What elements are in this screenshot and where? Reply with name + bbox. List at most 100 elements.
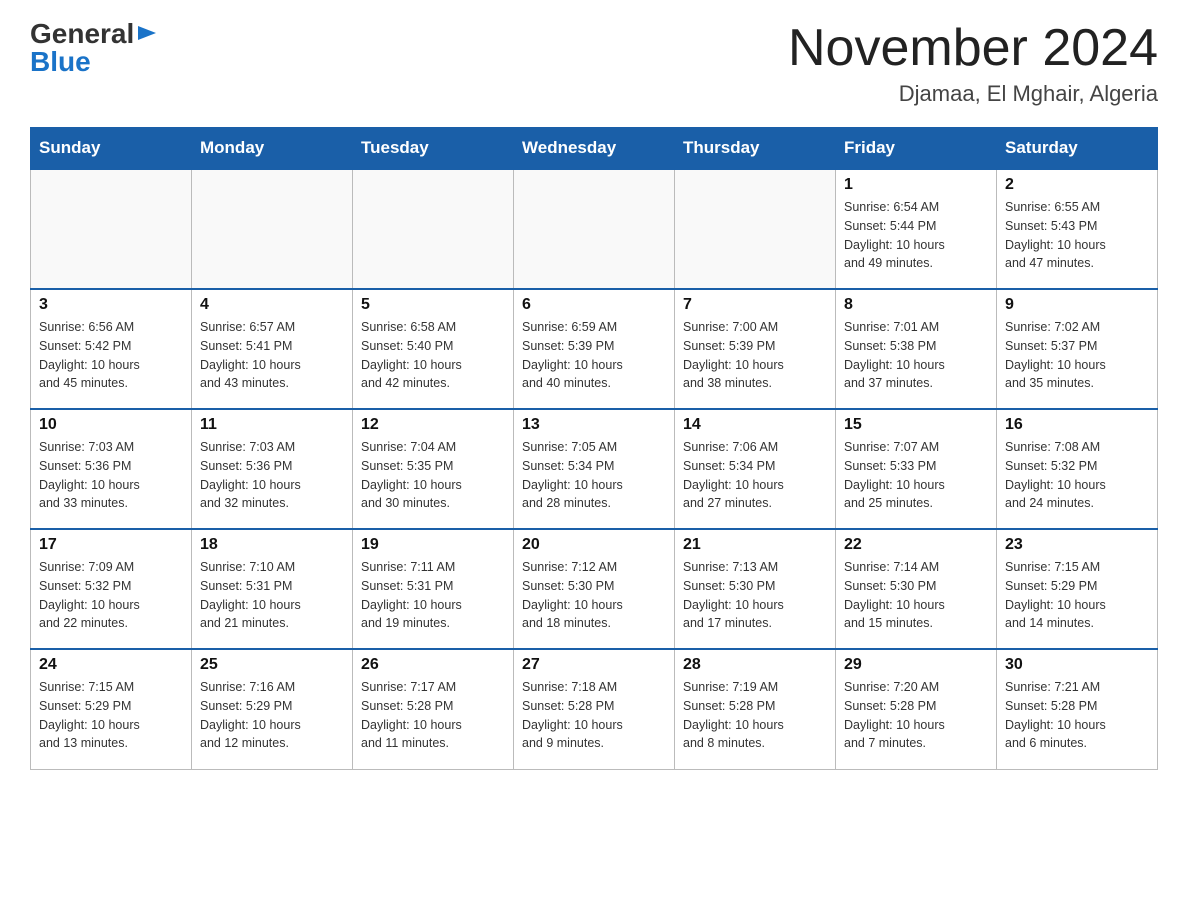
calendar-header-monday: Monday [192,128,353,170]
day-number: 20 [522,536,666,554]
day-number: 28 [683,656,827,674]
calendar-cell [192,169,353,289]
logo-triangle-icon [136,22,158,44]
calendar-cell: 2 Sunrise: 6:55 AMSunset: 5:43 PMDaylight… [997,169,1158,289]
day-number: 30 [1005,656,1149,674]
day-info: Sunrise: 7:14 AMSunset: 5:30 PMDaylight:… [844,558,988,633]
calendar-cell: 17 Sunrise: 7:09 AMSunset: 5:32 PMDayligh… [31,529,192,649]
page-header: General Blue November 2024 Djamaa, El Mg… [30,20,1158,107]
day-number: 21 [683,536,827,554]
day-number: 18 [200,536,344,554]
day-info: Sunrise: 7:06 AMSunset: 5:34 PMDaylight:… [683,438,827,513]
calendar-header-saturday: Saturday [997,128,1158,170]
day-info: Sunrise: 6:55 AMSunset: 5:43 PMDaylight:… [1005,198,1149,273]
day-number: 27 [522,656,666,674]
calendar-cell: 1 Sunrise: 6:54 AMSunset: 5:44 PMDaylight… [836,169,997,289]
day-number: 29 [844,656,988,674]
calendar-week-row: 10 Sunrise: 7:03 AMSunset: 5:36 PMDayligh… [31,409,1158,529]
day-info: Sunrise: 7:03 AMSunset: 5:36 PMDaylight:… [200,438,344,513]
day-number: 13 [522,416,666,434]
day-info: Sunrise: 7:07 AMSunset: 5:33 PMDaylight:… [844,438,988,513]
day-info: Sunrise: 7:15 AMSunset: 5:29 PMDaylight:… [39,678,183,753]
calendar-cell: 13 Sunrise: 7:05 AMSunset: 5:34 PMDayligh… [514,409,675,529]
day-info: Sunrise: 6:58 AMSunset: 5:40 PMDaylight:… [361,318,505,393]
calendar-cell: 4 Sunrise: 6:57 AMSunset: 5:41 PMDaylight… [192,289,353,409]
day-number: 9 [1005,296,1149,314]
day-info: Sunrise: 7:09 AMSunset: 5:32 PMDaylight:… [39,558,183,633]
day-info: Sunrise: 6:54 AMSunset: 5:44 PMDaylight:… [844,198,988,273]
day-info: Sunrise: 7:13 AMSunset: 5:30 PMDaylight:… [683,558,827,633]
calendar-cell [353,169,514,289]
calendar-cell: 9Sunrise: 7:02 AMSunset: 5:37 PMDaylight… [997,289,1158,409]
day-number: 17 [39,536,183,554]
calendar-cell: 21 Sunrise: 7:13 AMSunset: 5:30 PMDayligh… [675,529,836,649]
calendar-cell: 30Sunrise: 7:21 AMSunset: 5:28 PMDayligh… [997,649,1158,769]
calendar-cell: 12 Sunrise: 7:04 AMSunset: 5:35 PMDayligh… [353,409,514,529]
day-info: Sunrise: 7:05 AMSunset: 5:34 PMDaylight:… [522,438,666,513]
calendar-cell: 18Sunrise: 7:10 AMSunset: 5:31 PMDayligh… [192,529,353,649]
calendar-cell: 28Sunrise: 7:19 AMSunset: 5:28 PMDayligh… [675,649,836,769]
day-number: 22 [844,536,988,554]
day-number: 3 [39,296,183,314]
day-info: Sunrise: 6:57 AMSunset: 5:41 PMDaylight:… [200,318,344,393]
calendar-header-tuesday: Tuesday [353,128,514,170]
title-block: November 2024 Djamaa, El Mghair, Algeria [788,20,1158,107]
day-number: 26 [361,656,505,674]
day-info: Sunrise: 7:18 AMSunset: 5:28 PMDaylight:… [522,678,666,753]
day-number: 5 [361,296,505,314]
day-number: 23 [1005,536,1149,554]
month-year-title: November 2024 [788,20,1158,77]
calendar-cell: 25 Sunrise: 7:16 AMSunset: 5:29 PMDayligh… [192,649,353,769]
calendar-cell: 22 Sunrise: 7:14 AMSunset: 5:30 PMDayligh… [836,529,997,649]
day-number: 2 [1005,176,1149,194]
day-number: 7 [683,296,827,314]
logo: General Blue [30,20,158,76]
day-number: 19 [361,536,505,554]
day-number: 24 [39,656,183,674]
calendar-cell: 26Sunrise: 7:17 AMSunset: 5:28 PMDayligh… [353,649,514,769]
calendar-header-row: SundayMondayTuesdayWednesdayThursdayFrid… [31,128,1158,170]
calendar-cell: 16 Sunrise: 7:08 AMSunset: 5:32 PMDayligh… [997,409,1158,529]
calendar-week-row: 1 Sunrise: 6:54 AMSunset: 5:44 PMDaylight… [31,169,1158,289]
day-info: Sunrise: 6:56 AMSunset: 5:42 PMDaylight:… [39,318,183,393]
day-number: 14 [683,416,827,434]
calendar-cell: 6Sunrise: 6:59 AMSunset: 5:39 PMDaylight… [514,289,675,409]
logo-blue-text: Blue [30,48,91,76]
calendar-week-row: 3 Sunrise: 6:56 AMSunset: 5:42 PMDaylight… [31,289,1158,409]
day-info: Sunrise: 7:16 AMSunset: 5:29 PMDaylight:… [200,678,344,753]
calendar-week-row: 24 Sunrise: 7:15 AMSunset: 5:29 PMDayligh… [31,649,1158,769]
day-info: Sunrise: 7:04 AMSunset: 5:35 PMDaylight:… [361,438,505,513]
calendar-cell: 19 Sunrise: 7:11 AMSunset: 5:31 PMDayligh… [353,529,514,649]
day-info: Sunrise: 7:11 AMSunset: 5:31 PMDaylight:… [361,558,505,633]
calendar-cell [675,169,836,289]
day-info: Sunrise: 7:08 AMSunset: 5:32 PMDaylight:… [1005,438,1149,513]
calendar-header-thursday: Thursday [675,128,836,170]
logo-general-text: General [30,20,134,48]
day-info: Sunrise: 7:01 AMSunset: 5:38 PMDaylight:… [844,318,988,393]
calendar-header-wednesday: Wednesday [514,128,675,170]
calendar-cell: 24 Sunrise: 7:15 AMSunset: 5:29 PMDayligh… [31,649,192,769]
calendar-header-friday: Friday [836,128,997,170]
calendar-cell: 20Sunrise: 7:12 AMSunset: 5:30 PMDayligh… [514,529,675,649]
day-number: 1 [844,176,988,194]
day-number: 16 [1005,416,1149,434]
day-info: Sunrise: 7:00 AMSunset: 5:39 PMDaylight:… [683,318,827,393]
location-subtitle: Djamaa, El Mghair, Algeria [788,81,1158,107]
calendar-cell: 15 Sunrise: 7:07 AMSunset: 5:33 PMDayligh… [836,409,997,529]
calendar-cell: 8Sunrise: 7:01 AMSunset: 5:38 PMDaylight… [836,289,997,409]
calendar-week-row: 17 Sunrise: 7:09 AMSunset: 5:32 PMDayligh… [31,529,1158,649]
day-number: 4 [200,296,344,314]
calendar-cell: 7 Sunrise: 7:00 AMSunset: 5:39 PMDaylight… [675,289,836,409]
day-number: 10 [39,416,183,434]
calendar-cell: 14 Sunrise: 7:06 AMSunset: 5:34 PMDayligh… [675,409,836,529]
calendar-table: SundayMondayTuesdayWednesdayThursdayFrid… [30,127,1158,770]
day-number: 12 [361,416,505,434]
day-number: 15 [844,416,988,434]
day-number: 25 [200,656,344,674]
day-info: Sunrise: 7:03 AMSunset: 5:36 PMDaylight:… [39,438,183,513]
day-number: 11 [200,416,344,434]
calendar-cell [31,169,192,289]
calendar-cell: 23 Sunrise: 7:15 AMSunset: 5:29 PMDayligh… [997,529,1158,649]
day-info: Sunrise: 7:15 AMSunset: 5:29 PMDaylight:… [1005,558,1149,633]
day-info: Sunrise: 7:20 AMSunset: 5:28 PMDaylight:… [844,678,988,753]
